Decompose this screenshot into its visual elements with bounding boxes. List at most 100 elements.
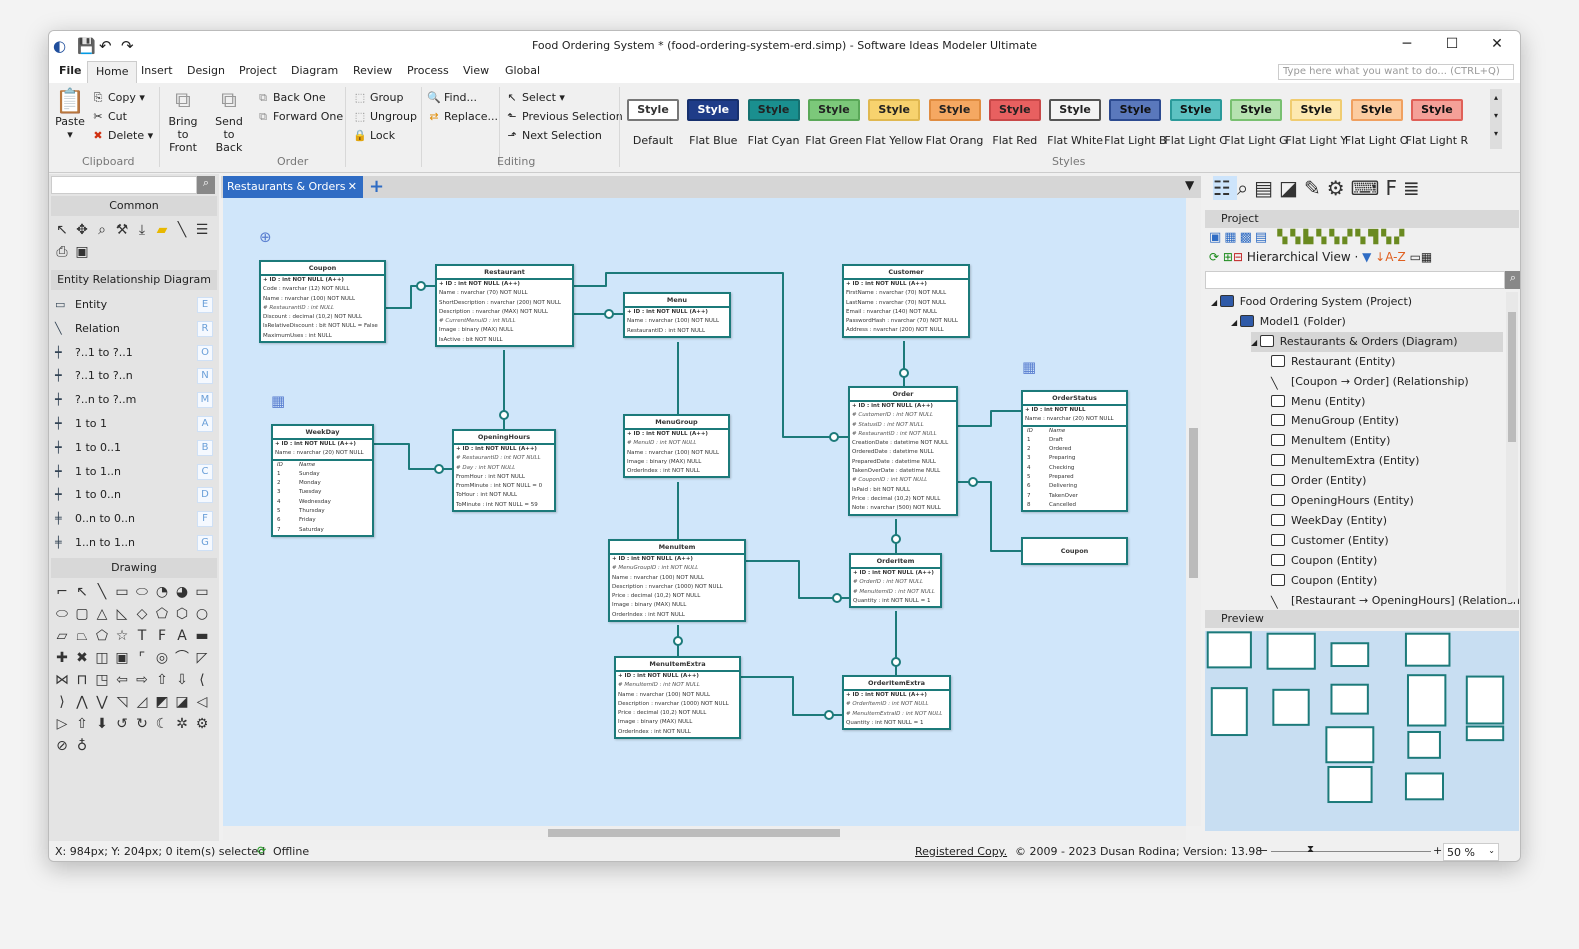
command-search-input[interactable]: Type here what you want to do... (CTRL+Q… (1278, 64, 1514, 80)
tree-item[interactable]: Customer (Entity) (1271, 531, 1389, 551)
format-painter-icon[interactable]: ⚒ (113, 220, 131, 240)
drawing-tool-icon[interactable]: ⋁ (93, 692, 111, 712)
layout-icon[interactable]: ▭ (1410, 250, 1421, 264)
zoom-slider[interactable]: ⧗ (1271, 844, 1431, 855)
offline-status[interactable]: Offline (273, 845, 309, 858)
tree-item[interactable]: Coupon (Entity) (1271, 571, 1377, 591)
tree-item[interactable]: ◢ Restaurants & Orders (Diagram) (1251, 331, 1503, 352)
relationship-line[interactable] (746, 560, 849, 599)
entity-menuitemextra[interactable]: MenuItemExtra + ID : int NOT NULL (A++) # … (614, 656, 741, 740)
move-icon[interactable]: ✥ (73, 220, 91, 240)
close-button[interactable]: ✕ (1482, 36, 1512, 52)
bring-to-front-button[interactable]: ⧉ Bring to Front (163, 87, 203, 154)
entity-weekday[interactable]: WeekDay + ID : int NOT NULL (A++) Name : n… (271, 424, 374, 537)
tool-entity[interactable]: ▭ Entity E (55, 294, 215, 316)
drawing-tool-icon[interactable]: ◳ (93, 670, 111, 690)
style-flat-green-button[interactable]: Style (807, 99, 860, 121)
zoom-select[interactable]: 50 % ⌄ (1443, 843, 1499, 861)
entity-order[interactable]: Order + ID : int NOT NULL (A++) # Customer… (848, 386, 958, 516)
entity-openinghours[interactable]: OpeningHours + ID : int NOT NULL (A++) # R… (452, 429, 556, 513)
tool-0-n-to-0-n[interactable]: ╪ 0..n to 0..n F (55, 508, 215, 530)
tree-item[interactable]: MenuItemExtra (Entity) (1271, 451, 1419, 471)
style-flat-orang-button[interactable]: Style (928, 99, 981, 121)
registered-copy-link[interactable]: Registered Copy. (915, 845, 1007, 858)
tree-item[interactable]: ╲ [Coupon → Order] (Relationship) (1271, 372, 1469, 392)
tree-item[interactable]: Menu (Entity) (1271, 392, 1365, 412)
drawing-tool-icon[interactable]: ⋀ (73, 692, 91, 712)
drawing-tool-icon[interactable]: ↖ (73, 582, 91, 602)
drawing-tool-icon[interactable]: ♁ (73, 736, 91, 756)
drawing-tool-icon[interactable]: A (173, 626, 191, 646)
filter-icon[interactable]: ▼ (1362, 250, 1371, 264)
drawing-tool-icon[interactable]: ▱ (53, 626, 71, 646)
drawing-tool-icon[interactable]: ◁ (193, 692, 211, 712)
relationship-line[interactable] (741, 676, 842, 716)
add-element-icon[interactable]: ⊕ (259, 228, 272, 246)
drawing-tool-icon[interactable]: ⬠ (153, 604, 171, 624)
note-icon[interactable]: ▰ (153, 220, 171, 240)
ungroup-button[interactable]: ⬚ Ungroup (353, 110, 417, 123)
minimize-button[interactable]: ─ (1392, 36, 1422, 52)
style-flat-light-g-button[interactable]: Style (1230, 99, 1282, 121)
tag-panel-icon[interactable]: ◪ (1279, 176, 1304, 200)
expand-icon[interactable]: ⊞ (1223, 250, 1233, 264)
drawing-tool-icon[interactable]: ⌜ (133, 648, 151, 668)
paste-button[interactable]: 📋 Paste ▾ (53, 87, 87, 141)
drawing-tool-icon[interactable]: ◫ (93, 648, 111, 668)
project-search-input[interactable] (1205, 271, 1505, 289)
entity-menugroup[interactable]: MenuGroup + ID : int NOT NULL (A++) # Menu… (623, 414, 730, 479)
tool-1-n-to-1-n[interactable]: ╪ 1..n to 1..n G (55, 532, 215, 554)
relationship-line[interactable] (958, 410, 1021, 427)
add-tab-icon[interactable]: + (369, 176, 384, 198)
drawing-tool-icon[interactable]: ⇩ (173, 670, 191, 690)
tree-item[interactable]: WeekDay (Entity) (1271, 511, 1387, 531)
copy-button[interactable]: ⎘ Copy ▾ (91, 91, 145, 105)
frame-icon[interactable]: ▣ (73, 242, 91, 262)
vertical-scrollbar[interactable] (1186, 198, 1201, 826)
zoom-slider-thumb[interactable]: ⧗ (1307, 844, 1314, 855)
style-flat-light-y-button[interactable]: Style (1290, 99, 1343, 121)
line-icon[interactable]: ╲ (173, 220, 191, 240)
next-selection-button[interactable]: ⬏ Next Selection (505, 129, 601, 142)
erd-header[interactable]: Entity Relationship Diagram (51, 270, 217, 290)
close-tab-icon[interactable]: ✕ (348, 176, 357, 198)
pointer-icon[interactable]: ↖ (53, 220, 71, 240)
zoom-icon[interactable]: ⌕ (93, 220, 111, 240)
drawing-tool-icon[interactable]: ▣ (113, 648, 131, 668)
delete-button[interactable]: ✖ Delete ▾ (91, 129, 153, 142)
relationship-line[interactable] (958, 481, 1021, 552)
tree-item[interactable]: OpeningHours (Entity) (1271, 491, 1414, 511)
drawing-tool-icon[interactable]: ◸ (193, 648, 211, 668)
tool-1-to-1[interactable]: ┿ 1 to 1 A (55, 413, 215, 435)
replace-button[interactable]: ⇄ Replace... (427, 110, 498, 123)
new-model-icon[interactable]: ▩ (1240, 230, 1255, 245)
select-button[interactable]: ↖ Select ▾ (505, 91, 565, 104)
drawing-tool-icon[interactable]: ⬡ (173, 604, 191, 624)
tab-insert[interactable]: Insert (137, 64, 177, 77)
tree-item[interactable]: Order (Entity) (1271, 471, 1366, 491)
tab-diagram[interactable]: Diagram (287, 64, 342, 77)
tool--1-to-1[interactable]: ┿ ?..1 to ?..1 O (55, 342, 215, 364)
entity-orderitem[interactable]: OrderItem + ID : int NOT NULL (A++) # Orde… (849, 553, 942, 609)
tree-item[interactable]: Coupon (Entity) (1271, 551, 1377, 571)
style-flat-cyan-button[interactable]: Style (747, 99, 800, 121)
drawing-tool-icon[interactable]: ⇨ (133, 670, 151, 690)
tab-restaurants-orders[interactable]: Restaurants & Orders ✕ (223, 176, 363, 198)
zoom-out-button[interactable]: − (1259, 844, 1268, 857)
drawing-header[interactable]: Drawing (51, 558, 217, 578)
forward-one-button[interactable]: ⧉ Forward One (256, 110, 343, 124)
search-icon[interactable]: ⌕ (197, 176, 215, 194)
lock-button[interactable]: 🔒 Lock (353, 129, 395, 142)
expand-arrow-icon[interactable]: ◢ (1231, 318, 1240, 327)
drawing-tool-icon[interactable]: ⌒ (173, 648, 191, 668)
drawing-tool-icon[interactable]: ⊘ (53, 736, 71, 756)
entity-restaurant[interactable]: Restaurant + ID : int NOT NULL (A++) Name … (435, 264, 574, 348)
hscroll-thumb[interactable] (548, 829, 840, 837)
new-folder-icon[interactable]: ▦ (1224, 230, 1239, 245)
maximize-button[interactable]: ☐ (1437, 36, 1467, 52)
drawing-tool-icon[interactable]: ▷ (53, 714, 71, 734)
style-flat-light-r-button[interactable]: Style (1410, 99, 1463, 121)
styles-scroll[interactable]: ▴ ▾ ▾ (1490, 89, 1502, 149)
drawing-tool-icon[interactable]: T (133, 626, 151, 646)
drawing-tool-icon[interactable]: ⟩ (53, 692, 71, 712)
